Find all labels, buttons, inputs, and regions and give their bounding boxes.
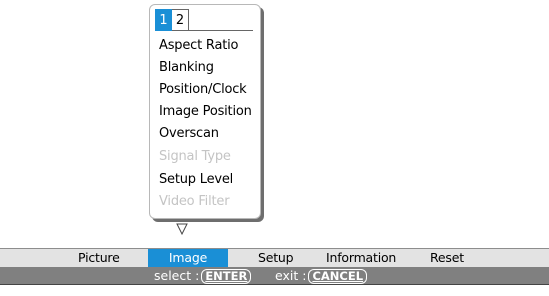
menu-tab-image[interactable]: Image (148, 249, 228, 267)
menu-tab-reset[interactable]: Reset (430, 249, 464, 267)
menu-item-image-position[interactable]: Image Position (159, 101, 252, 123)
submenu-tab-bar: 1 2 (155, 9, 253, 31)
tab-divider (189, 30, 253, 31)
submenu-tab-1[interactable]: 1 (155, 9, 172, 31)
exit-hint-label: exit : (275, 268, 307, 283)
menu-tab-setup[interactable]: Setup (258, 249, 294, 267)
main-menu-bar: Picture Image Setup Information Reset (0, 248, 549, 267)
menu-tab-information[interactable]: Information (326, 249, 396, 267)
menu-item-aspect-ratio[interactable]: Aspect Ratio (159, 35, 238, 57)
enter-key-badge: ENTER (201, 269, 252, 284)
submenu-tab-2[interactable]: 2 (172, 9, 189, 31)
menu-item-position-clock[interactable]: Position/Clock (159, 79, 247, 101)
menu-item-blanking[interactable]: Blanking (159, 57, 214, 79)
menu-item-setup-level[interactable]: Setup Level (159, 169, 233, 191)
image-submenu-panel: 1 2 Aspect Ratio Blanking Position/Clock… (149, 4, 261, 219)
select-hint: select : ENTER (154, 267, 252, 285)
menu-item-overscan[interactable]: Overscan (159, 123, 219, 145)
select-hint-label: select : (154, 268, 200, 283)
menu-item-signal-type: Signal Type (159, 149, 231, 164)
menu-tab-picture[interactable]: Picture (78, 249, 120, 267)
exit-hint: exit : CANCEL (275, 267, 368, 285)
menu-item-video-filter: Video Filter (159, 194, 230, 209)
key-hint-bar: select : ENTER exit : CANCEL (0, 267, 549, 285)
cancel-key-badge: CANCEL (308, 269, 368, 284)
